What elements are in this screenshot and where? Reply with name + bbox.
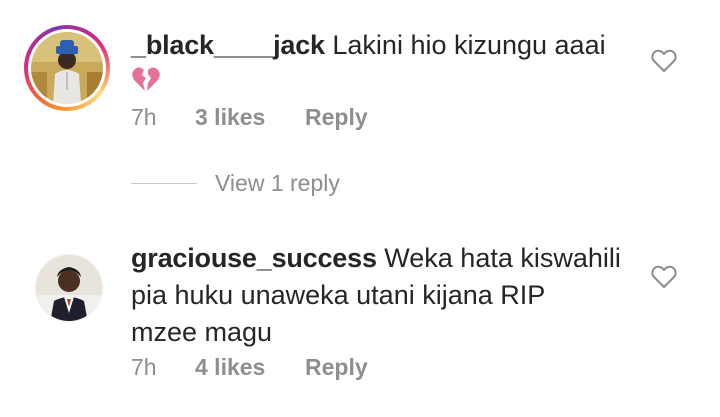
username-link[interactable]: graciouse_success [131,243,377,273]
timestamp: 7h [131,354,157,380]
view-replies-button[interactable]: View 1 reply [131,170,340,197]
avatar[interactable] [24,25,110,111]
comment-item: _black____jack Lakini hio kizungu aaai 7… [0,0,720,150]
comment-text-line3: mzee magu [131,317,273,347]
avatar[interactable] [35,254,103,322]
like-heart-icon[interactable] [651,265,677,289]
reply-button[interactable]: Reply [305,354,368,381]
likes-count[interactable]: 3 likes [195,104,305,131]
comment-body: graciouse_success Weka hata kiswahili pi… [131,240,641,351]
timestamp: 7h [131,104,157,130]
likes-count[interactable]: 4 likes [195,354,305,381]
comment-meta: 7h 3 likes Reply [131,104,368,131]
comment-text: Lakini hio kizungu aaai [332,30,606,60]
broken-heart-icon [131,65,161,103]
username-link[interactable]: _black____jack [131,30,325,60]
divider-line [131,183,197,184]
comment-body: _black____jack Lakini hio kizungu aaai [131,27,641,103]
avatar-photo [31,32,103,104]
reply-button[interactable]: Reply [305,104,368,131]
comment-item: graciouse_success Weka hata kiswahili pi… [0,230,720,417]
comment-text-line1: Weka hata kiswahili [384,243,621,273]
comment-text-line2: pia huku unaweka utani kijana RIP [131,280,546,310]
comment-meta: 7h 4 likes Reply [131,354,368,381]
like-heart-icon[interactable] [651,49,677,73]
view-replies-label: View 1 reply [215,170,340,196]
